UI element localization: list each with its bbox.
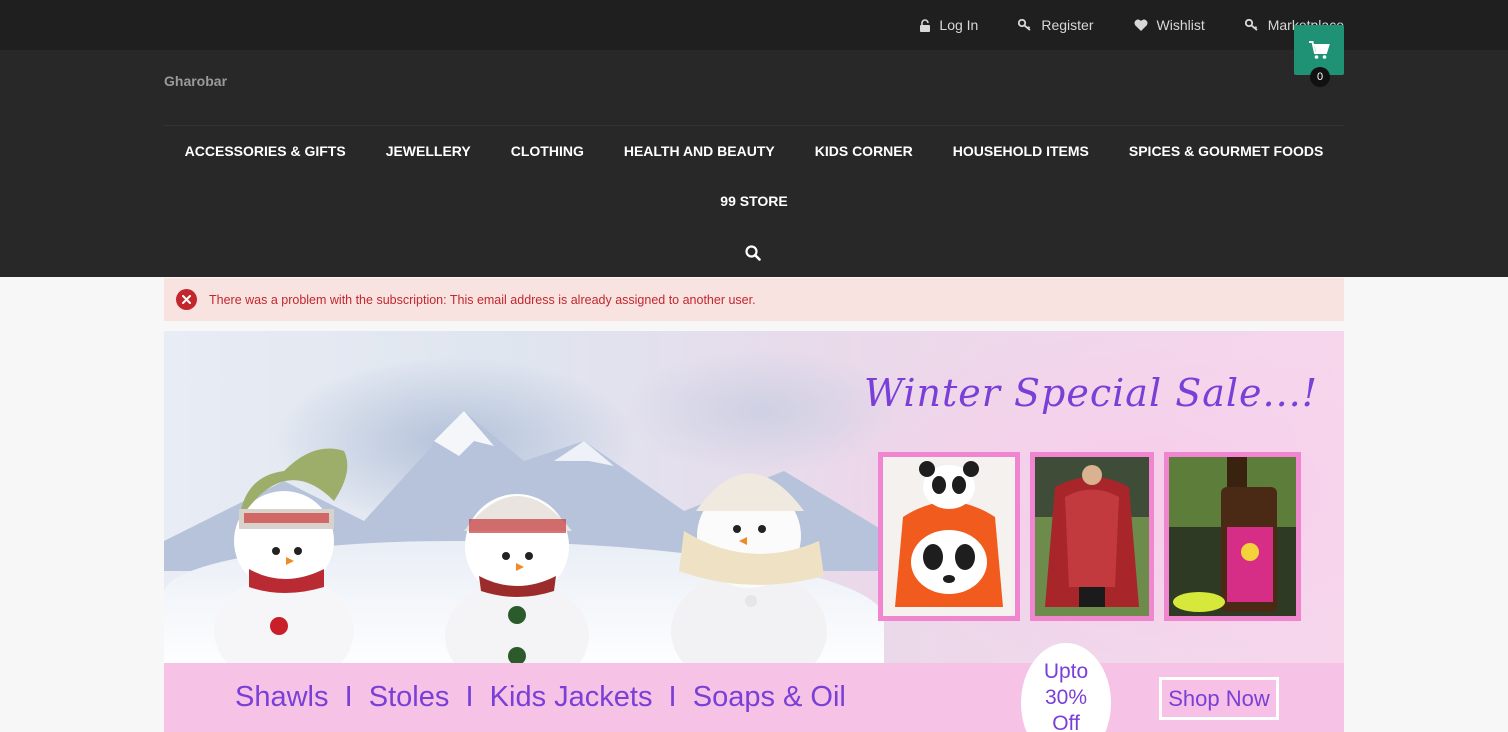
main-nav: ACCESSORIES & GIFTS JEWELLERY CLOTHING H… (164, 138, 1344, 164)
shop-now-button[interactable]: Shop Now (1159, 677, 1279, 720)
nav-clothing[interactable]: CLOTHING (511, 138, 584, 164)
subscription-error-alert: There was a problem with the subscriptio… (164, 278, 1344, 321)
kids-jacket-product-image (878, 452, 1020, 621)
search-icon[interactable] (744, 244, 762, 262)
discount-upto: Upto (1043, 660, 1089, 683)
account-links: Log In Register Wishlist Marketplace (920, 0, 1344, 50)
site-logo[interactable]: Gharobar (164, 73, 227, 89)
nav-spices-gourmet[interactable]: SPICES & GOURMET FOODS (1129, 138, 1323, 164)
error-icon (176, 289, 197, 310)
nav-divider (164, 125, 1344, 126)
banner-categories-text: Shawls I Stoles I Kids Jackets I Soaps &… (235, 681, 846, 713)
nav-jewellery[interactable]: JEWELLERY (386, 138, 471, 164)
register-label: Register (1041, 17, 1094, 33)
main-nav-row2: 99 STORE (164, 188, 1344, 214)
nav-kids-corner[interactable]: KIDS CORNER (815, 138, 913, 164)
top-bar: Log In Register Wishlist Marketplace (0, 0, 1508, 50)
discount-off: Off (1052, 712, 1080, 732)
key-icon (1018, 19, 1031, 31)
nav-accessories-gifts[interactable]: ACCESSORIES & GIFTS (185, 138, 346, 164)
shawl-product-image (1030, 452, 1154, 621)
heart-icon (1134, 19, 1147, 31)
key-icon (1244, 19, 1258, 31)
login-label: Log In (939, 17, 979, 33)
error-message: There was a problem with the subscriptio… (209, 292, 756, 307)
login-link[interactable]: Log In (920, 17, 978, 33)
wishlist-link[interactable]: Wishlist (1134, 17, 1205, 33)
wishlist-label: Wishlist (1156, 17, 1205, 33)
winter-sale-banner[interactable]: Winter Special Sale...! Shawls I Stoles … (164, 331, 1344, 732)
discount-percent: 30% (1044, 686, 1088, 709)
banner-title: Winter Special Sale...! (864, 371, 1319, 415)
shopping-cart-icon (1309, 41, 1330, 59)
snowmen-image (214, 448, 827, 663)
nav-household-items[interactable]: HOUSEHOLD ITEMS (953, 138, 1089, 164)
register-link[interactable]: Register (1018, 17, 1094, 33)
nav-health-beauty[interactable]: HEALTH AND BEAUTY (624, 138, 775, 164)
cart-count-badge: 0 (1310, 67, 1330, 87)
nav-99-store[interactable]: 99 STORE (720, 188, 787, 214)
lock-icon (920, 18, 931, 32)
site-header: Gharobar ACCESSORIES & GIFTS JEWELLERY C… (0, 50, 1508, 277)
discount-badge: Upto 30% Off (1021, 643, 1111, 732)
oil-bottle-product-image (1164, 452, 1301, 621)
